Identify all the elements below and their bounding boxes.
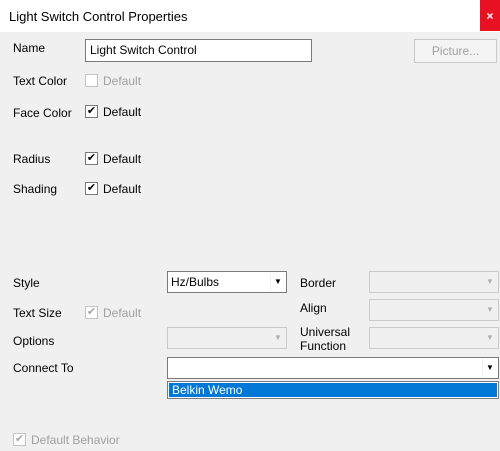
- text-size-label: Text Size: [13, 306, 62, 320]
- universal-function-label-line1: Universal: [300, 325, 351, 339]
- chevron-down-icon: ▼: [482, 359, 497, 377]
- options-label: Options: [13, 334, 55, 348]
- shading-default-label: Default: [103, 182, 142, 196]
- style-select-value: Hz/Bulbs: [171, 275, 220, 289]
- picture-button[interactable]: Picture...: [414, 39, 497, 63]
- shading-default-checkbox[interactable]: ✔: [85, 182, 98, 195]
- face-color-label: Face Color: [13, 106, 72, 120]
- style-label: Style: [13, 276, 40, 290]
- checkmark-icon: ✔: [86, 182, 97, 194]
- checkmark-icon: ✔: [86, 306, 97, 318]
- universal-function-label-line2: Function: [300, 339, 347, 353]
- connect-to-dropdown-list: Belkin Wemo: [167, 381, 499, 399]
- text-size-default-checkbox[interactable]: ✔: [85, 306, 98, 319]
- chevron-down-icon: ▼: [482, 301, 497, 319]
- chevron-down-icon: ▼: [482, 329, 497, 347]
- close-icon: ×: [486, 8, 494, 23]
- name-input[interactable]: Light Switch Control: [85, 39, 312, 62]
- radius-default-checkbox[interactable]: ✔: [85, 152, 98, 165]
- style-select[interactable]: Hz/Bulbs ▼: [167, 271, 287, 293]
- radius-label: Radius: [13, 152, 51, 166]
- window-title: Light Switch Control Properties: [9, 9, 188, 24]
- align-select[interactable]: ▼: [369, 299, 499, 321]
- shading-label: Shading: [13, 182, 58, 196]
- text-color-default-label: Default: [103, 74, 142, 88]
- checkmark-icon: ✔: [86, 152, 97, 164]
- text-size-default-label: Default: [103, 306, 142, 320]
- radius-default-label: Default: [103, 152, 142, 166]
- name-label: Name: [13, 41, 46, 55]
- chevron-down-icon: ▼: [482, 273, 497, 291]
- default-behavior-checkbox[interactable]: ✔: [13, 433, 26, 446]
- checkmark-icon: ✔: [14, 433, 25, 445]
- picture-button-label: Picture...: [431, 44, 480, 58]
- text-color-default-checkbox[interactable]: [85, 74, 98, 87]
- align-label: Align: [300, 301, 327, 315]
- border-label: Border: [300, 276, 337, 290]
- universal-function-select[interactable]: ▼: [369, 327, 499, 349]
- face-color-default-label: Default: [103, 105, 142, 119]
- border-select[interactable]: ▼: [369, 271, 499, 293]
- options-select[interactable]: ▼: [167, 327, 287, 349]
- chevron-down-icon: ▼: [270, 273, 285, 291]
- connect-to-label: Connect To: [13, 361, 74, 375]
- title-bar: Light Switch Control Properties ×: [0, 0, 500, 32]
- default-behavior-label: Default Behavior: [31, 433, 120, 447]
- face-color-default-checkbox[interactable]: ✔: [85, 105, 98, 118]
- close-button[interactable]: ×: [480, 0, 500, 31]
- connect-to-select[interactable]: ▼: [167, 357, 499, 379]
- text-color-label: Text Color: [13, 74, 68, 88]
- name-input-value: Light Switch Control: [90, 43, 197, 57]
- chevron-down-icon: ▼: [270, 329, 285, 347]
- checkmark-icon: ✔: [86, 105, 97, 117]
- connect-to-option-belkin-wemo[interactable]: Belkin Wemo: [169, 383, 497, 397]
